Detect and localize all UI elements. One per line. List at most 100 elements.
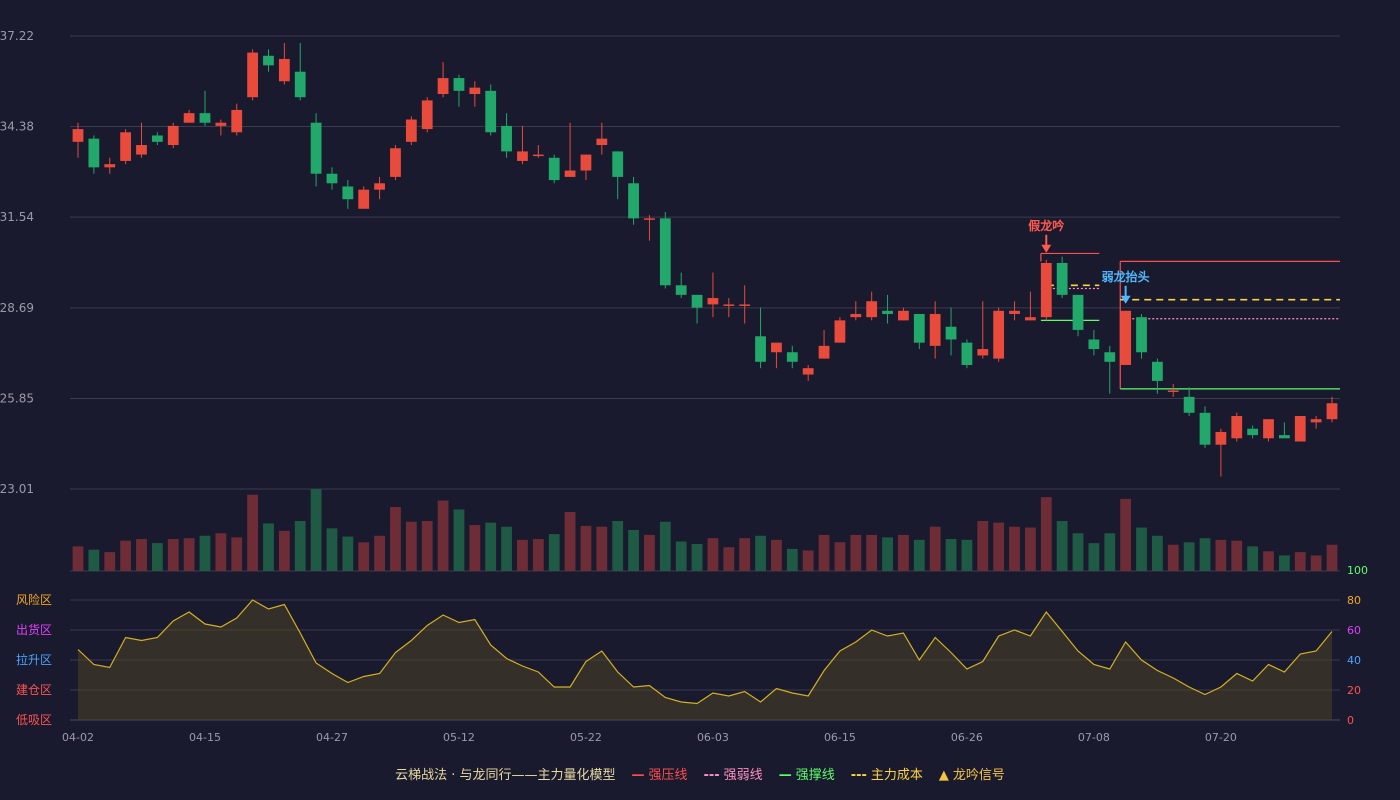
indicator-tick-label: 100	[1347, 564, 1368, 577]
x-tick-label: 07-20	[1205, 731, 1237, 744]
volume-bar	[120, 540, 132, 571]
candle-body	[898, 310, 909, 321]
legend-label: 云梯战法 · 与龙同行——主力量化模型	[395, 768, 616, 783]
volume-bar	[390, 507, 401, 571]
x-tick-label: 04-15	[189, 731, 221, 744]
x-tick-label: 04-27	[316, 731, 348, 744]
volume-bar	[136, 539, 147, 571]
indicator-tick-label: 60	[1347, 624, 1361, 637]
candle-body	[1278, 435, 1290, 439]
legend-label: 强压线	[648, 768, 688, 783]
volume-bar	[517, 539, 528, 571]
candle-body	[1120, 310, 1132, 365]
candle-body	[628, 183, 639, 219]
volume-bar	[564, 511, 576, 571]
volume-bar	[501, 526, 512, 571]
volume-bar	[913, 539, 925, 571]
indicator-tick-label: 0	[1347, 714, 1354, 727]
volume-bar	[1009, 526, 1020, 571]
legend-item: — 强压线	[631, 764, 687, 783]
volume-bar	[1120, 498, 1132, 571]
volume-bar	[1056, 520, 1068, 571]
candle-body	[1025, 317, 1036, 321]
fake-dragon-signal-label: 假龙吟	[1028, 218, 1064, 233]
candle-body	[1151, 361, 1163, 381]
candle-body	[1104, 352, 1116, 362]
legend-item: — 强撑线	[779, 764, 835, 783]
legend-label: 强撑线	[795, 768, 835, 783]
volume-bar	[215, 533, 227, 571]
candle-body	[882, 310, 893, 314]
volume-bar	[247, 494, 259, 571]
weak-dragon-signal-label: 弱龙抬头	[1102, 269, 1150, 284]
candle-body	[374, 183, 385, 190]
volume-bar	[548, 534, 560, 571]
candle-body	[913, 313, 925, 343]
candle-body	[72, 129, 84, 142]
volume-bar	[596, 526, 608, 571]
candle-body	[517, 151, 528, 161]
candle-body	[945, 326, 957, 340]
candle-body	[151, 135, 163, 142]
volume-bar	[485, 522, 497, 571]
volume-bar	[755, 535, 766, 571]
legend-symbol: ---	[850, 768, 867, 783]
fake-dragon-signal-arrow-icon	[1041, 244, 1052, 253]
candle-body	[199, 113, 211, 123]
candle-body	[977, 349, 989, 356]
candle-body	[707, 298, 719, 305]
volume-bar	[1072, 533, 1084, 571]
candle-body	[786, 352, 798, 362]
candle-body	[453, 78, 465, 91]
candle-body	[739, 304, 751, 306]
candle-body	[263, 55, 274, 66]
volume-bar	[739, 538, 751, 571]
zone-label: 拉升区	[16, 652, 52, 667]
volume-bar	[993, 522, 1005, 571]
volume-bar	[1263, 551, 1274, 571]
volume-bar	[453, 509, 465, 571]
volume-bar	[850, 534, 862, 571]
x-tick-label: 06-15	[824, 731, 856, 744]
candle-body	[215, 122, 227, 126]
volume-bar	[183, 538, 195, 571]
price-tick-label: 28.69	[0, 301, 34, 315]
candle-body	[1136, 317, 1147, 353]
volume-bar	[1151, 535, 1163, 571]
volume-bar	[104, 552, 116, 571]
volume-bar	[898, 534, 909, 571]
volume-bar	[866, 534, 878, 571]
candle-body	[1263, 419, 1274, 439]
volume-bar	[818, 534, 830, 571]
volume-bar	[628, 530, 639, 571]
price-tick-label: 34.38	[0, 120, 34, 134]
volume-bar	[342, 536, 354, 571]
candle-body	[1040, 262, 1052, 318]
candle-body	[1072, 294, 1084, 330]
candle-body	[358, 189, 370, 209]
indicator-tick-label: 40	[1347, 654, 1361, 667]
candle-body	[469, 87, 481, 95]
candle-body	[183, 113, 195, 123]
volume-bar	[786, 548, 798, 571]
volume-bar	[151, 543, 163, 571]
candle-body	[104, 164, 116, 168]
volume-bar	[1136, 527, 1147, 571]
candle-body	[644, 218, 655, 220]
candle-body	[247, 52, 259, 98]
indicator-tick-label: 80	[1347, 594, 1361, 607]
candle-body	[802, 368, 814, 375]
zone-label: 出货区	[16, 622, 52, 637]
candle-body	[342, 186, 354, 200]
volume-bar	[231, 537, 243, 571]
legend-label: 强弱线	[723, 768, 763, 783]
volume-bar	[612, 520, 624, 571]
grid-lines	[70, 35, 1340, 572]
volume-bar	[580, 525, 592, 571]
candle-body	[120, 132, 132, 161]
volume-bar	[675, 541, 687, 571]
volume-bar	[929, 526, 941, 571]
candle-body	[294, 71, 306, 98]
legend-item: --- 强弱线	[703, 764, 762, 783]
candle-body	[993, 310, 1005, 359]
